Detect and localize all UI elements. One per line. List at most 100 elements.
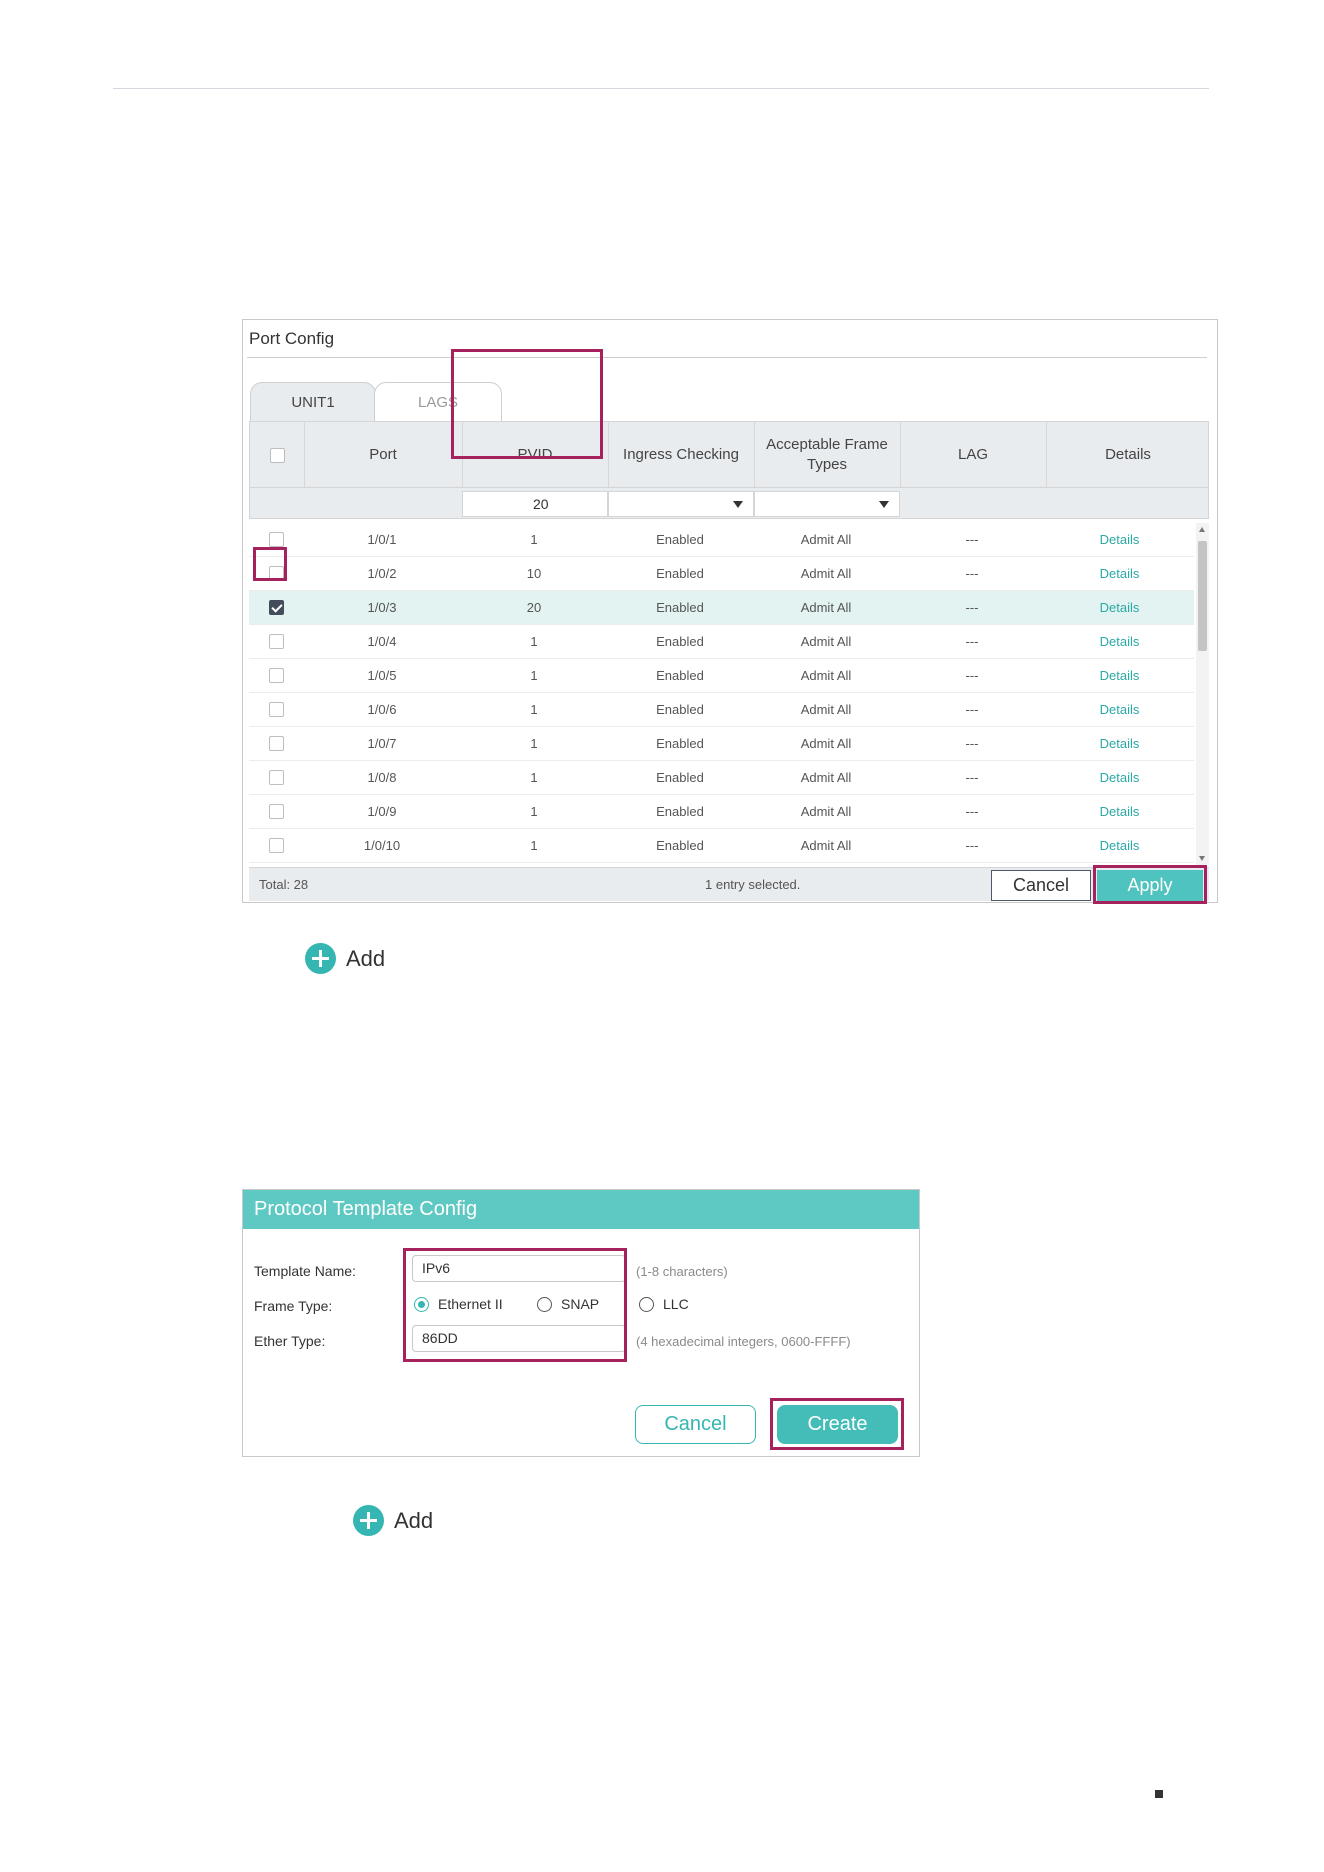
- protocol-template-panel: Protocol Template Config Template Name: …: [242, 1189, 920, 1457]
- ether-type-label: Ether Type:: [254, 1333, 326, 1349]
- selection-status: 1 entry selected.: [705, 877, 801, 892]
- column-header-details: Details: [1105, 446, 1151, 463]
- template-name-hint: (1-8 characters): [636, 1264, 728, 1279]
- row-checkbox[interactable]: [268, 532, 284, 548]
- table-row[interactable]: 1/0/1 1 Enabled Admit All --- Details: [249, 523, 1194, 557]
- caret-down-icon: [879, 501, 889, 508]
- scroll-thumb[interactable]: [1198, 541, 1207, 651]
- select-all-checkbox[interactable]: [269, 447, 285, 463]
- cell-port: 1/0/5: [367, 668, 397, 683]
- tab-lags[interactable]: LAGS: [374, 382, 502, 422]
- row-checkbox[interactable]: [268, 634, 284, 650]
- table-row[interactable]: 1/0/9 1 Enabled Admit All --- Details: [249, 795, 1194, 829]
- column-header-lag[interactable]: LAG: [900, 422, 1046, 488]
- cell-ingress: Enabled: [656, 668, 704, 683]
- tab-unit1[interactable]: UNIT1: [250, 382, 376, 422]
- cell-frame-types: Admit All: [800, 668, 852, 683]
- pvid-filter-input[interactable]: 20: [462, 491, 608, 517]
- table-row[interactable]: 1/0/3 20 Enabled Admit All --- Details: [249, 591, 1194, 625]
- table-row[interactable]: 1/0/7 1 Enabled Admit All --- Details: [249, 727, 1194, 761]
- add-label: Add: [346, 945, 386, 971]
- row-checkbox[interactable]: [268, 668, 284, 684]
- row-select-cell: [249, 693, 303, 727]
- cell-port: 1/0/7: [367, 736, 397, 751]
- details-link[interactable]: Details: [1045, 625, 1194, 659]
- row-select-cell: [249, 727, 303, 761]
- create-button[interactable]: Create: [777, 1405, 898, 1444]
- radio-ethernet-ii[interactable]: Ethernet II: [414, 1296, 503, 1312]
- page-marker: [1155, 1790, 1163, 1798]
- ether-type-input[interactable]: 86DD: [412, 1325, 626, 1352]
- details-link[interactable]: Details: [1045, 659, 1194, 693]
- cell-lag: ---: [965, 532, 979, 547]
- frame-types-filter-select[interactable]: [754, 491, 900, 517]
- scroll-up-icon[interactable]: [1199, 527, 1205, 532]
- cell-ingress: Enabled: [656, 838, 704, 853]
- row-checkbox[interactable]: [268, 600, 284, 616]
- row-checkbox[interactable]: [268, 770, 284, 786]
- cell-ingress: Enabled: [656, 804, 704, 819]
- details-link[interactable]: Details: [1045, 591, 1194, 625]
- cell-ingress: Enabled: [656, 532, 704, 547]
- cell-frame-types: Admit All: [800, 600, 852, 615]
- cancel-button[interactable]: Cancel: [635, 1405, 756, 1444]
- title-divider: [247, 357, 1207, 358]
- caret-down-icon: [733, 501, 743, 508]
- row-checkbox[interactable]: [268, 702, 284, 718]
- panel-title: Protocol Template Config: [243, 1190, 919, 1229]
- ether-type-hint: (4 hexadecimal integers, 0600-FFFF): [636, 1334, 851, 1349]
- cell-port: 1/0/2: [367, 566, 397, 581]
- details-link[interactable]: Details: [1045, 795, 1194, 829]
- details-link[interactable]: Details: [1045, 693, 1194, 727]
- row-checkbox[interactable]: [268, 736, 284, 752]
- cell-pvid: 20: [526, 600, 542, 615]
- table-row[interactable]: 1/0/2 10 Enabled Admit All --- Details: [249, 557, 1194, 591]
- add-link[interactable]: Add: [305, 943, 385, 974]
- details-link[interactable]: Details: [1045, 557, 1194, 591]
- template-name-input[interactable]: IPv6: [412, 1255, 626, 1282]
- cell-ingress: Enabled: [656, 702, 704, 717]
- radio-off-icon: [537, 1296, 552, 1312]
- table-footer: Total: 28 1 entry selected. Cancel Apply: [249, 867, 1209, 901]
- table-row[interactable]: 1/0/5 1 Enabled Admit All --- Details: [249, 659, 1194, 693]
- table-row[interactable]: 1/0/4 1 Enabled Admit All --- Details: [249, 625, 1194, 659]
- cell-port: 1/0/4: [367, 634, 397, 649]
- add-label: Add: [394, 1507, 434, 1533]
- column-header-frame-types[interactable]: Acceptable Frame Types: [754, 422, 900, 488]
- cell-port: 1/0/10: [363, 838, 401, 853]
- cancel-button[interactable]: Cancel: [991, 870, 1091, 901]
- radio-snap[interactable]: SNAP: [537, 1296, 599, 1312]
- table-row[interactable]: 1/0/10 1 Enabled Admit All --- Details: [249, 829, 1194, 863]
- column-header-pvid[interactable]: PVID: [462, 422, 608, 488]
- cell-port: 1/0/3: [367, 600, 397, 615]
- cell-lag: ---: [965, 566, 979, 581]
- apply-button[interactable]: Apply: [1097, 870, 1203, 901]
- cell-ingress: Enabled: [656, 634, 704, 649]
- details-link[interactable]: Details: [1045, 761, 1194, 795]
- details-link[interactable]: Details: [1045, 829, 1194, 863]
- template-name-label: Template Name:: [254, 1263, 356, 1279]
- total-count: Total: 28: [259, 877, 309, 892]
- ingress-filter-select[interactable]: [608, 491, 754, 517]
- radio-llc[interactable]: LLC: [639, 1296, 689, 1312]
- cell-lag: ---: [965, 838, 979, 853]
- cell-pvid: 1: [530, 702, 538, 717]
- table-row[interactable]: 1/0/6 1 Enabled Admit All --- Details: [249, 693, 1194, 727]
- cell-frame-types: Admit All: [800, 736, 852, 751]
- cell-frame-types: Admit All: [800, 770, 852, 785]
- table-row[interactable]: 1/0/8 1 Enabled Admit All --- Details: [249, 761, 1194, 795]
- table-scrollbar[interactable]: [1196, 523, 1209, 865]
- table-header: Port PVID Ingress Checking Acceptable Fr…: [249, 421, 1209, 488]
- row-checkbox[interactable]: [268, 804, 284, 820]
- row-checkbox[interactable]: [268, 838, 284, 854]
- details-link[interactable]: Details: [1045, 523, 1194, 557]
- row-select-cell: [249, 625, 303, 659]
- column-header-port[interactable]: Port: [304, 422, 462, 488]
- details-link[interactable]: Details: [1045, 727, 1194, 761]
- scroll-down-icon[interactable]: [1199, 856, 1205, 861]
- add-link[interactable]: Add: [353, 1505, 433, 1536]
- radio-label: SNAP: [561, 1296, 600, 1312]
- cell-pvid: 1: [530, 770, 538, 785]
- column-header-ingress[interactable]: Ingress Checking: [608, 422, 754, 488]
- row-checkbox[interactable]: [268, 566, 284, 582]
